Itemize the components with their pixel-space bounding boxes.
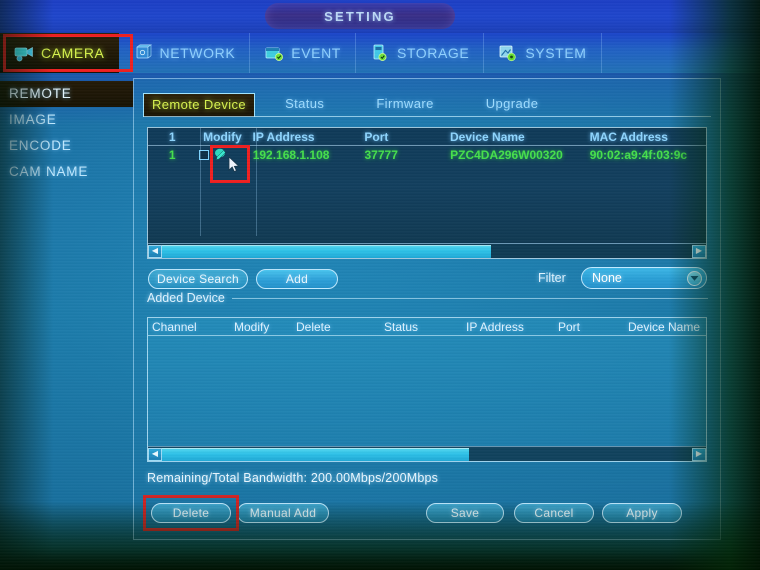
tab-upgrade[interactable]: Upgrade <box>478 93 547 117</box>
device-table-header-row: 1 Modify IP Address Port Device Name MAC… <box>148 128 706 146</box>
header-modify: Modify <box>234 319 270 334</box>
settings-panel: Remote Device Status Firmware Upgrade 1 … <box>133 78 721 540</box>
header-delete: Delete <box>296 319 331 334</box>
row-device-name: PZC4DA296W00320 <box>450 147 563 162</box>
scroll-left-arrow[interactable]: ◀ <box>148 447 162 461</box>
added-table-header-row: Channel Modify Delete Status IP Address … <box>148 318 706 336</box>
row-ip-address: 192.168.1.108 <box>252 147 330 162</box>
row-port: 37777 <box>364 147 398 162</box>
title-bar: SETTING <box>0 0 760 33</box>
header-status: Status <box>384 319 419 334</box>
added-device-table: Channel Modify Delete Status IP Address … <box>147 317 707 462</box>
scroll-left-arrow[interactable]: ◀ <box>148 244 162 258</box>
scroll-right-arrow[interactable]: ▶ <box>692 244 706 258</box>
event-icon <box>264 44 284 62</box>
menu-item-camera[interactable]: CAMERA <box>0 33 119 73</box>
main-menu-bar: CAMERA NETWORK EVENT STORAGE SYSTEM <box>0 33 760 73</box>
sidebar-item-remote[interactable]: REMOTE <box>0 81 133 107</box>
row-index: 1 <box>168 147 176 162</box>
bandwidth-status-text: Remaining/Total Bandwidth: 200.00Mbps/20… <box>147 471 439 485</box>
page-title: SETTING <box>324 8 396 24</box>
dvr-screen: SETTING CAMERA NETWORK EVENT STORAGE SYS… <box>0 0 760 570</box>
scroll-right-arrow[interactable]: ▶ <box>692 447 706 461</box>
apply-label: Apply <box>626 506 658 520</box>
header-index: 1 <box>168 129 176 144</box>
sidebar: REMOTE IMAGE ENCODE CAM NAME <box>0 73 133 543</box>
tab-remote-device[interactable]: Remote Device <box>143 93 256 117</box>
storage-icon <box>370 44 390 62</box>
scroll-thumb[interactable] <box>162 447 470 461</box>
scroll-thumb[interactable] <box>162 244 491 258</box>
sidebar-item-encode[interactable]: ENCODE <box>0 133 133 159</box>
cancel-label: Cancel <box>534 506 574 520</box>
filter-select[interactable]: None <box>581 267 707 289</box>
menu-item-network[interactable]: NETWORK <box>119 33 251 73</box>
delete-button[interactable]: Delete <box>151 503 231 523</box>
menu-item-system[interactable]: SYSTEM <box>484 33 602 73</box>
device-search-table: 1 Modify IP Address Port Device Name MAC… <box>147 127 707 259</box>
tab-bar: Remote Device Status Firmware Upgrade <box>143 93 711 117</box>
manual-add-button[interactable]: Manual Add <box>237 503 329 523</box>
save-label: Save <box>450 506 480 520</box>
section-divider <box>232 298 708 299</box>
header-ip-address: IP Address <box>466 319 524 334</box>
table-gridline <box>256 128 257 236</box>
device-search-button[interactable]: Device Search <box>148 269 248 289</box>
menu-label-network: NETWORK <box>159 45 236 61</box>
add-label: Add <box>285 272 309 286</box>
scroll-track[interactable] <box>162 244 692 258</box>
menu-label-event: EVENT <box>291 45 341 61</box>
apply-button[interactable]: Apply <box>602 503 682 523</box>
table-gridline <box>200 128 201 236</box>
scroll-track[interactable] <box>162 447 692 461</box>
row-mac-address: 90:02:a9:4f:03:9c <box>589 147 688 162</box>
add-button[interactable]: Add <box>256 269 338 289</box>
added-table-hscrollbar[interactable]: ◀ ▶ <box>148 446 706 461</box>
system-icon <box>498 44 518 62</box>
save-button[interactable]: Save <box>426 503 504 523</box>
tab-firmware[interactable]: Firmware <box>368 93 441 117</box>
menu-item-event[interactable]: EVENT <box>250 33 356 73</box>
header-port: Port <box>558 319 581 334</box>
tab-status[interactable]: Status <box>277 93 332 117</box>
menu-label-storage: STORAGE <box>396 45 470 61</box>
header-ip-address: IP Address <box>252 129 315 144</box>
menu-item-storage[interactable]: STORAGE <box>356 33 485 73</box>
sidebar-item-image[interactable]: IMAGE <box>0 107 133 133</box>
manual-add-label: Manual Add <box>249 506 317 520</box>
header-channel: Channel <box>152 319 197 334</box>
filter-label: Filter <box>538 271 566 285</box>
device-table-hscrollbar[interactable]: ◀ ▶ <box>148 243 706 258</box>
filter-selected-value: None <box>592 271 622 285</box>
window-title-pill: SETTING <box>265 3 455 29</box>
chevron-down-icon[interactable] <box>687 271 702 286</box>
delete-label: Delete <box>172 506 210 520</box>
added-device-label: Added Device <box>147 291 225 305</box>
camera-icon <box>14 44 34 62</box>
header-modify: Modify <box>203 129 242 144</box>
device-search-label: Device Search <box>157 272 239 286</box>
sidebar-item-cam-name[interactable]: CAM NAME <box>0 159 133 185</box>
header-port: Port <box>364 129 389 144</box>
header-device-name: Device Name <box>450 129 525 144</box>
mouse-cursor <box>228 156 240 174</box>
header-mac-address: MAC Address <box>589 129 668 144</box>
network-icon <box>133 44 153 62</box>
header-device-name: Device Name <box>628 319 701 334</box>
cancel-button[interactable]: Cancel <box>514 503 594 523</box>
tab-underline <box>143 116 711 117</box>
menu-label-system: SYSTEM <box>525 45 587 61</box>
menu-label-camera: CAMERA <box>41 45 105 61</box>
